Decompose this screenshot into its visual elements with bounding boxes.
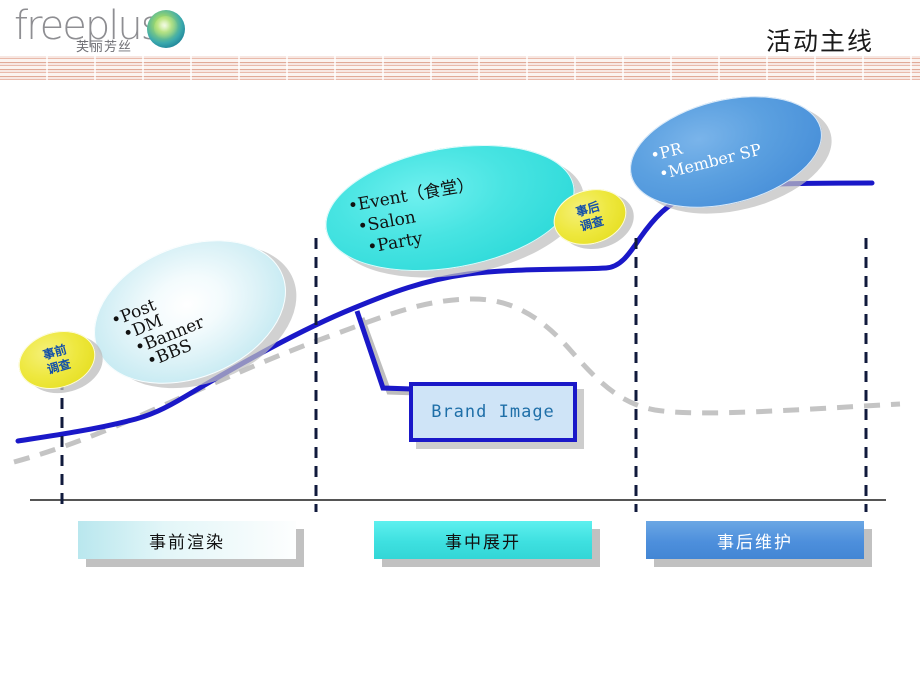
phase-bar-mid[interactable]: 事中展开: [374, 521, 600, 567]
phase-bar-post-label: 事后维护: [646, 521, 864, 559]
brand-image-box[interactable]: Brand Image: [409, 382, 584, 449]
brand-image-label: Brand Image: [409, 382, 577, 442]
phase-bar-mid-label: 事中展开: [374, 521, 592, 559]
phase-bar-pre-label: 事前渲染: [78, 521, 296, 559]
phase-bar-post[interactable]: 事后维护: [646, 521, 872, 567]
slide-root: freeplus 芙丽芳丝 活动主线 •Post •DM •Banner •BB…: [0, 0, 920, 690]
phase-bar-pre[interactable]: 事前渲染: [78, 521, 304, 567]
